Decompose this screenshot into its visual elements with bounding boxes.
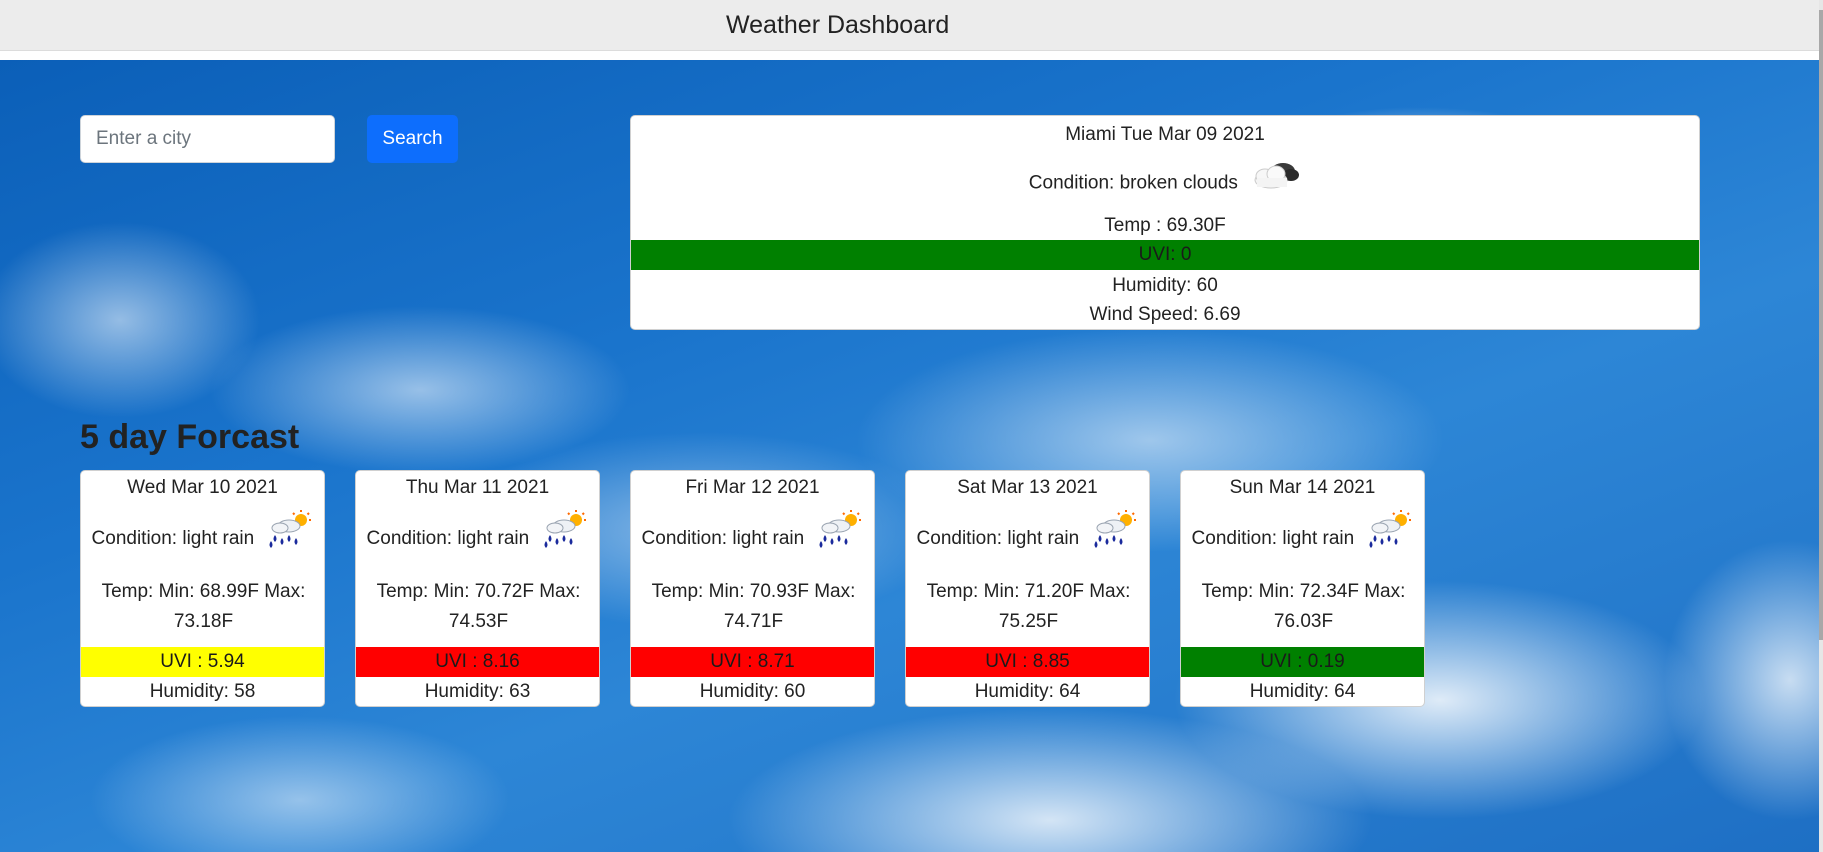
light-rain-icon <box>265 509 313 569</box>
forecast-condition: Condition: light rain <box>906 509 1149 559</box>
forecast-uvi: UVI : 8.16 <box>356 647 599 677</box>
forecast-temp: Temp: Min: 70.93F Max: 74.71F <box>651 581 856 632</box>
weather-dashboard-page: Weather Dashboard Search Miami Tue Mar 0… <box>0 0 1823 852</box>
forecast-condition-text: Condition: light rain <box>641 528 805 550</box>
light-rain-icon <box>540 509 588 569</box>
forecast-date: Sun Mar 14 2021 <box>1229 477 1376 498</box>
light-rain-icon <box>815 509 863 569</box>
forecast-date: Sat Mar 13 2021 <box>957 477 1098 498</box>
forecast-condition: Condition: light rain <box>81 509 324 559</box>
forecast-humidity: Humidity: 64 <box>974 681 1081 702</box>
scrollbar-thumb[interactable] <box>1819 10 1823 640</box>
current-weather-card: Miami Tue Mar 09 2021 Condition: broken … <box>630 115 1700 330</box>
forecast-condition-text: Condition: light rain <box>1191 528 1355 550</box>
current-humidity: Humidity: 60 <box>1112 275 1218 296</box>
broken-clouds-icon <box>1249 156 1301 211</box>
forecast-uvi: UVI : 8.71 <box>631 647 874 677</box>
current-condition: Condition: broken clouds <box>631 156 1699 204</box>
forecast-uvi: UVI : 8.85 <box>906 647 1149 677</box>
forecast-condition-text: Condition: light rain <box>916 528 1080 550</box>
forecast-date: Fri Mar 12 2021 <box>685 477 820 498</box>
forecast-condition-text: Condition: light rain <box>91 528 255 550</box>
current-uvi: UVI: 0 <box>631 240 1699 270</box>
forecast-humidity: Humidity: 63 <box>424 681 531 702</box>
forecast-temp: Temp: Min: 70.72F Max: 74.53F <box>376 581 581 632</box>
header-bar: Weather Dashboard <box>0 0 1819 51</box>
forecast-heading: 5 day Forcast <box>80 418 300 456</box>
forecast-card: Thu Mar 11 2021 Condition: light rain Te… <box>355 470 600 707</box>
forecast-condition: Condition: light rain <box>631 509 874 559</box>
forecast-humidity: Humidity: 60 <box>699 681 806 702</box>
forecast-temp: Temp: Min: 71.20F Max: 75.25F <box>926 581 1131 632</box>
forecast-condition: Condition: light rain <box>1181 509 1424 559</box>
forecast-card: Wed Mar 10 2021 Condition: light rain Te… <box>80 470 325 707</box>
light-rain-icon <box>1365 509 1413 569</box>
forecast-uvi: UVI : 5.94 <box>81 647 324 677</box>
forecast-uvi: UVI : 0.19 <box>1181 647 1424 677</box>
current-wind-speed: Wind Speed: 6.69 <box>1089 304 1241 325</box>
forecast-date: Thu Mar 11 2021 <box>405 477 550 498</box>
forecast-row: Wed Mar 10 2021 Condition: light rain Te… <box>80 470 1480 710</box>
current-city-date: Miami Tue Mar 09 2021 <box>1065 124 1265 145</box>
forecast-date: Wed Mar 10 2021 <box>127 477 278 498</box>
forecast-temp: Temp: Min: 72.34F Max: 76.03F <box>1201 581 1406 632</box>
page-title: Weather Dashboard <box>726 11 950 39</box>
search-button[interactable]: Search <box>367 115 458 163</box>
light-rain-icon <box>1090 509 1138 569</box>
forecast-temp: Temp: Min: 68.99F Max: 73.18F <box>101 581 306 632</box>
current-temp: Temp : 69.30F <box>1104 215 1226 236</box>
forecast-card: Sun Mar 14 2021 Condition: light rain Te… <box>1180 470 1425 707</box>
forecast-condition: Condition: light rain <box>356 509 599 559</box>
forecast-humidity: Humidity: 58 <box>149 681 256 702</box>
current-condition-text: Condition: broken clouds <box>1028 172 1238 194</box>
forecast-condition-text: Condition: light rain <box>366 528 530 550</box>
city-search-input[interactable] <box>80 115 335 163</box>
forecast-card: Sat Mar 13 2021 Condition: light rain Te… <box>905 470 1150 707</box>
forecast-card: Fri Mar 12 2021 Condition: light rain Te… <box>630 470 875 707</box>
page-scrollbar[interactable] <box>1819 0 1823 852</box>
forecast-humidity: Humidity: 64 <box>1249 681 1356 702</box>
